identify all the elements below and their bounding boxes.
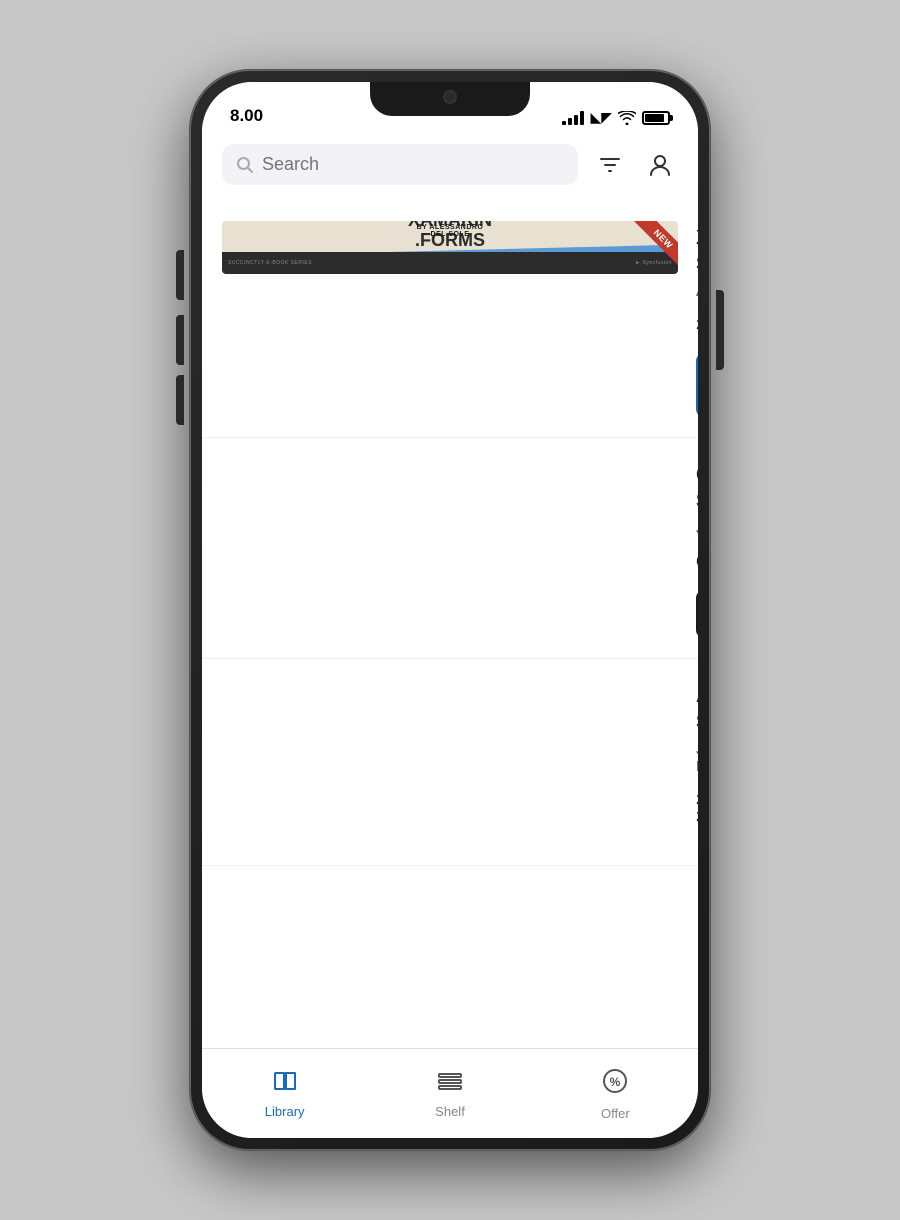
book-item: C# SUCCINCTLY BY JOE MAYO SUCCINCTLY E-B…	[202, 438, 698, 659]
nav-item-library[interactable]: Library	[202, 1069, 367, 1119]
book-item: ANGULAR2 SUCCINCTLY BY JOSEPH D. BOOTH S…	[202, 659, 698, 866]
book-date: 6 July 2015	[696, 553, 698, 570]
cover-author: BY ALESSANDRODEL SOLE	[417, 224, 484, 238]
book-item: XAMARIN.FORMS SUCCINCTLY BY ALESSANDRODE…	[202, 201, 698, 438]
book-date: 22 March 2017	[696, 791, 698, 825]
offer-icon: %	[601, 1067, 629, 1102]
book-title: Angular 2 Succinctly	[696, 683, 698, 735]
library-icon	[271, 1069, 299, 1100]
status-icons: ◣◤	[562, 109, 670, 126]
shelf-icon	[436, 1069, 464, 1100]
new-badge-text: NEW	[634, 221, 678, 268]
signal-icon	[562, 111, 584, 125]
status-time: 8.00	[230, 106, 263, 126]
notch	[370, 82, 530, 116]
book-author: Alessandro Del Sole	[696, 283, 698, 300]
camera	[443, 90, 457, 104]
search-input[interactable]	[262, 154, 564, 175]
new-badge: NEW	[618, 221, 678, 274]
book-date: 21 September 2017	[696, 316, 698, 333]
book-title: Xamarin.Forms Succinctly	[696, 225, 698, 277]
book-actions: READ	[696, 590, 698, 638]
book-list: XAMARIN.FORMS SUCCINCTLY BY ALESSANDRODE…	[202, 201, 698, 1048]
read-button[interactable]: READ	[696, 590, 698, 638]
profile-button[interactable]	[642, 147, 678, 183]
nav-item-shelf[interactable]: Shelf	[367, 1069, 532, 1119]
profile-icon	[647, 152, 673, 178]
bottom-nav: Library Shelf %	[202, 1048, 698, 1138]
nav-label-shelf: Shelf	[435, 1104, 465, 1119]
search-icon	[236, 156, 254, 174]
battery-icon	[642, 111, 670, 125]
book-title: C# Succinctly	[696, 462, 698, 514]
book-author: Joseph D. Booth	[696, 741, 698, 775]
filter-icon	[598, 153, 622, 177]
book-info: Angular 2 Succinctly Joseph D. Booth 22 …	[696, 679, 698, 845]
svg-text:%: %	[610, 1075, 621, 1089]
book-cover-xamarin[interactable]: XAMARIN.FORMS SUCCINCTLY BY ALESSANDRODE…	[222, 221, 678, 274]
nav-label-library: Library	[265, 1104, 305, 1119]
book-info: C# Succinctly Joe Mayo 6 July 2015 READ	[696, 458, 698, 638]
book-actions: ADD TO SHELF	[696, 353, 698, 417]
nav-label-offer: Offer	[601, 1106, 630, 1121]
wifi-icon	[618, 111, 636, 125]
wifi-icon: ◣◤	[590, 109, 612, 126]
search-bar-container	[202, 132, 698, 201]
phone-screen: 8.00 ◣◤	[202, 82, 698, 1138]
phone-device: 8.00 ◣◤	[190, 70, 710, 1150]
filter-button[interactable]	[592, 147, 628, 183]
book-author: Joe Mayo	[696, 520, 698, 537]
book-info: Xamarin.Forms Succinctly Alessandro Del …	[696, 221, 698, 417]
add-to-shelf-button[interactable]: ADD TO SHELF	[696, 353, 698, 417]
search-input-wrapper[interactable]	[222, 144, 578, 185]
cover-footer: SUCCINCTLY E-BOOK SERIES ► Syncfusion	[222, 252, 678, 274]
nav-item-offer[interactable]: % Offer	[533, 1067, 698, 1121]
